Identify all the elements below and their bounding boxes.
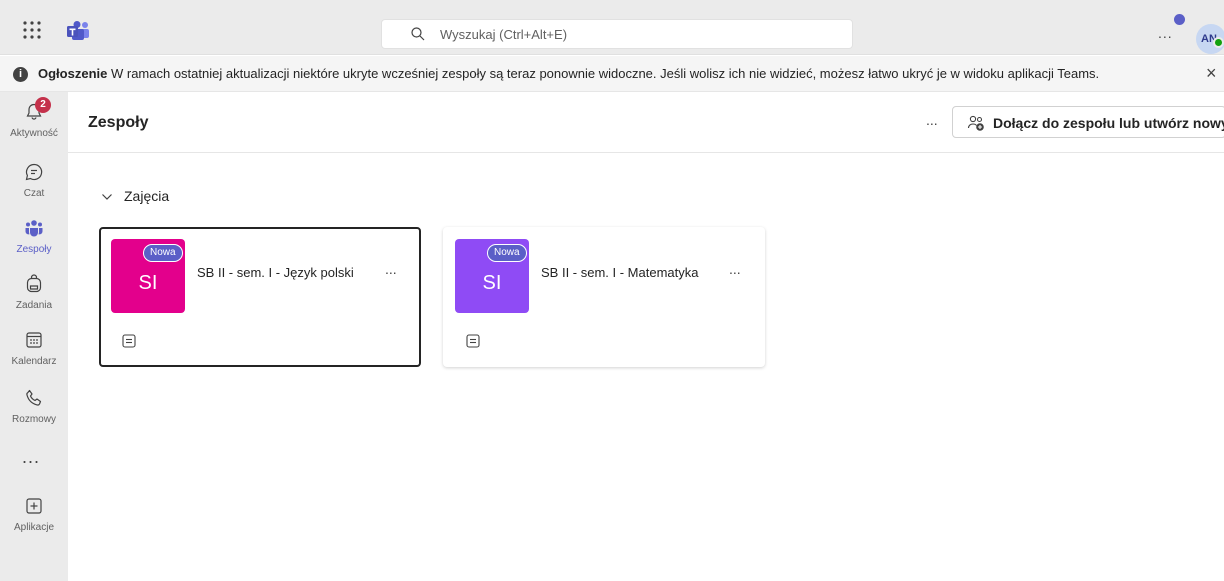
rail-label-teams: Zespoły	[16, 244, 52, 255]
new-badge: Nowa	[487, 244, 527, 262]
announcement-title: Ogłoszenie	[38, 66, 108, 81]
team-avatar-tile: Nowa SI	[111, 239, 185, 313]
title-bar: Wyszukaj (Ctrl+Alt+E) ... AN	[0, 0, 1224, 55]
close-icon[interactable]: ×	[1206, 64, 1217, 82]
rail-item-teams[interactable]: Zespoły	[0, 212, 68, 268]
rail-label-chat: Czat	[23, 188, 45, 199]
page-header: Zespoły ... Dołącz do zespołu lub utwórz…	[68, 92, 1224, 153]
chevron-down-icon	[102, 194, 112, 200]
team-more-options-button[interactable]: ...	[729, 261, 741, 277]
teams-logo-icon	[67, 21, 89, 40]
posts-icon[interactable]	[465, 333, 481, 349]
more-apps-button[interactable]: ...	[22, 447, 40, 468]
rail-item-calls[interactable]: Rozmowy	[0, 382, 68, 438]
presence-available-icon	[1213, 37, 1224, 48]
rail-item-assignments[interactable]: Zadania	[0, 268, 68, 324]
info-icon: i	[13, 67, 28, 82]
header-more-button[interactable]: ...	[926, 112, 938, 128]
rail-label-activity: Aktywność	[10, 128, 58, 139]
team-more-options-button[interactable]: ...	[385, 261, 397, 277]
posts-icon[interactable]	[121, 333, 137, 349]
join-or-create-team-button[interactable]: Dołącz do zespołu lub utwórz nowy	[952, 106, 1224, 138]
page-title: Zespoły	[88, 114, 149, 131]
announcement-banner: i Ogłoszenie W ramach ostatniej aktualiz…	[0, 56, 1224, 92]
team-card-math[interactable]: Nowa SI SB II - sem. I - Matematyka ...	[443, 227, 765, 367]
announcement-text: Ogłoszenie W ramach ostatniej aktualizac…	[38, 66, 1099, 81]
rail-item-calendar[interactable]: Kalendarz	[0, 324, 68, 380]
new-badge: Nowa	[143, 244, 183, 262]
main-content: Zespoły ... Dołącz do zespołu lub utwórz…	[68, 92, 1224, 581]
join-team-icon	[967, 115, 984, 131]
teams-icon	[25, 220, 43, 237]
rail-label-calls: Rozmowy	[12, 414, 56, 425]
backpack-icon	[26, 274, 42, 293]
rail-item-apps[interactable]: Aplikacje	[0, 490, 68, 546]
team-initials: SI	[482, 272, 502, 294]
team-name: SB II - sem. I - Język polski	[197, 265, 354, 280]
group-label: Zajęcia	[124, 188, 170, 204]
activity-badge: 2	[35, 97, 51, 113]
rail-label-assignments: Zadania	[15, 300, 53, 311]
phone-icon	[26, 389, 42, 406]
add-apps-icon	[26, 498, 42, 514]
calendar-icon	[26, 332, 42, 348]
join-or-create-team-label: Dołącz do zespołu lub utwórz nowy	[993, 115, 1224, 131]
app-rail: 2 Aktywność Czat Zespoły Zadania Kalenda…	[0, 92, 68, 581]
announcement-message: W ramach ostatniej aktualizacji niektóre…	[110, 66, 1100, 81]
rail-item-activity[interactable]: 2 Aktywność	[0, 96, 68, 152]
search-icon	[411, 27, 425, 41]
notification-dot	[1174, 14, 1185, 25]
settings-more-button[interactable]: ...	[1158, 25, 1173, 41]
search-box[interactable]: Wyszukaj (Ctrl+Alt+E)	[381, 19, 853, 49]
team-card-polish[interactable]: Nowa SI SB II - sem. I - Język polski ..…	[99, 227, 421, 367]
app-launcher-icon[interactable]	[22, 20, 42, 40]
team-initials: SI	[138, 272, 158, 294]
rail-label-apps: Aplikacje	[13, 522, 55, 533]
search-placeholder: Wyszukaj (Ctrl+Alt+E)	[440, 27, 568, 42]
rail-label-calendar: Kalendarz	[11, 356, 57, 367]
team-name: SB II - sem. I - Matematyka	[541, 265, 699, 280]
rail-item-chat[interactable]: Czat	[0, 156, 68, 212]
team-avatar-tile: Nowa SI	[455, 239, 529, 313]
chat-icon	[25, 163, 43, 181]
